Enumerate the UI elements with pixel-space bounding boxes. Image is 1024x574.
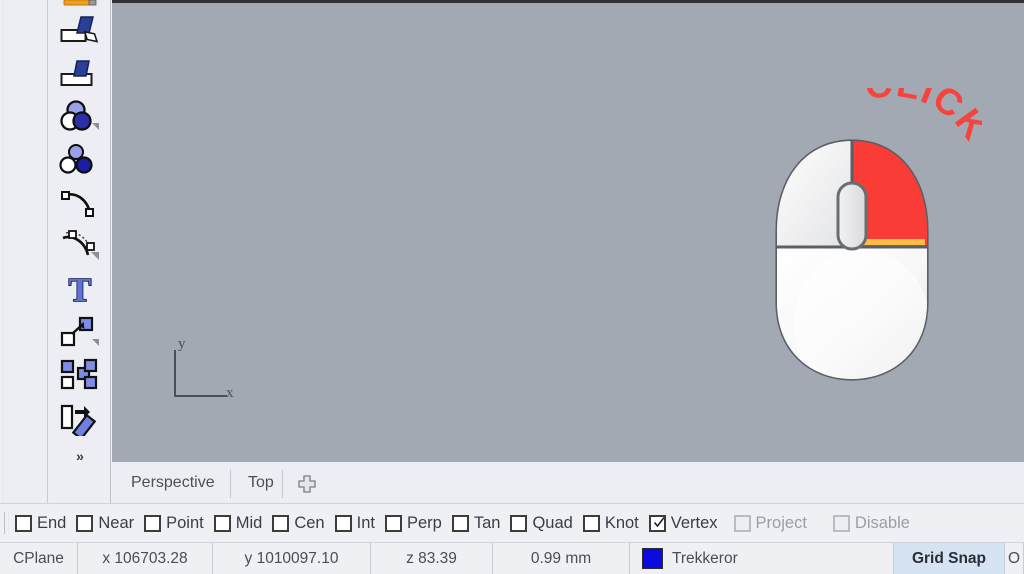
add-viewport-tab-button[interactable] — [296, 473, 318, 495]
osnap-mid[interactable]: Mid — [213, 513, 263, 533]
viewport-tab-strip: Perspective Top — [112, 462, 1024, 503]
osnap-cen-checkbox[interactable] — [272, 514, 290, 532]
extract-surface-icon[interactable] — [51, 52, 109, 95]
svg-text:T: T — [68, 272, 91, 307]
osnap-knot-label: Knot — [604, 513, 639, 532]
osnap-perp-label: Perp — [406, 513, 442, 532]
osnap-vertex-checkbox[interactable] — [648, 514, 666, 532]
osnap-perp[interactable]: Perp — [384, 513, 442, 533]
status-cplane[interactable]: CPlane — [0, 543, 78, 574]
osnap-disable-label: Disable — [854, 513, 910, 532]
osnap-cen-label: Cen — [294, 513, 325, 532]
osnap-drag-grip[interactable] — [4, 512, 9, 534]
status-ortho-cutoff[interactable]: O — [1005, 543, 1024, 574]
status-x-coordinate[interactable]: x 106703.28 — [78, 543, 213, 574]
osnap-int[interactable]: Int — [334, 513, 375, 533]
osnap-disable-checkbox — [832, 514, 850, 532]
osnap-cen[interactable]: Cen — [272, 513, 325, 533]
osnap-end[interactable]: End — [15, 514, 66, 533]
osnap-tan-label: Tan — [473, 513, 501, 532]
osnap-knot[interactable]: Knot — [582, 513, 639, 533]
perspective-viewport[interactable]: y x CLICK — [112, 0, 1024, 462]
osnap-end-label: End — [37, 513, 67, 532]
osnap-mid-label: Mid — [235, 513, 263, 532]
toolbar-more-button[interactable]: » — [51, 439, 109, 473]
axis-label-x: x — [226, 385, 234, 401]
osnap-tan[interactable]: Tan — [451, 513, 501, 533]
boolean-union-icon[interactable] — [51, 95, 109, 138]
osnap-knot-checkbox[interactable] — [582, 514, 600, 532]
osnap-near-checkbox[interactable] — [76, 514, 94, 532]
cap-planar-holes-icon[interactable] — [51, 9, 109, 52]
curve-rebuild-icon[interactable] — [51, 224, 109, 267]
layer-name-label: Trekkeror — [672, 549, 738, 567]
osnap-project: Project — [733, 513, 807, 533]
tab-separator — [230, 470, 231, 498]
osnap-int-checkbox[interactable] — [334, 514, 352, 532]
checkmark-icon — [653, 516, 665, 527]
osnap-quad-label: Quad — [532, 513, 573, 532]
status-bar: CPlane x 106703.28 y 1010097.10 z 83.39 … — [0, 543, 1024, 574]
tab-top[interactable]: Top — [235, 468, 287, 498]
osnap-project-label: Project — [755, 513, 807, 532]
status-z-coordinate[interactable]: z 83.39 — [371, 543, 493, 574]
status-grid-snap[interactable]: Grid Snap — [894, 543, 1005, 574]
osnap-toolbar: End Near Point Mid Cen Int Perp Tan Quad… — [0, 503, 1024, 543]
tab-top-label: Top — [248, 474, 274, 491]
curve-control-points-icon[interactable] — [51, 181, 109, 224]
osnap-point-label: Point — [166, 513, 204, 532]
osnap-point-checkbox[interactable] — [144, 514, 162, 532]
boolean-split-icon[interactable] — [51, 138, 109, 181]
osnap-near[interactable]: Near — [76, 514, 134, 533]
tab-perspective[interactable]: Perspective — [118, 468, 228, 498]
orange-partial-icon[interactable] — [51, 0, 109, 9]
status-layer[interactable]: Trekkeror — [630, 543, 894, 574]
osnap-mid-checkbox[interactable] — [213, 514, 231, 532]
status-units[interactable]: 0.99 mm — [493, 543, 630, 574]
tab-separator-2 — [282, 470, 283, 498]
osnap-quad[interactable]: Quad — [510, 513, 573, 533]
mouse-right-click-illustration — [767, 135, 937, 385]
tab-perspective-label: Perspective — [131, 474, 215, 491]
osnap-int-label: Int — [356, 513, 375, 532]
viewport-axis-indicator: y x — [167, 336, 237, 410]
osnap-project-checkbox — [733, 514, 751, 532]
osnap-end-checkbox[interactable] — [15, 514, 32, 532]
main-vertical-toolbar: T » — [49, 0, 111, 503]
move-object-icon[interactable] — [51, 310, 109, 353]
status-y-coordinate[interactable]: y 1010097.10 — [213, 543, 371, 574]
left-panel-strip — [0, 0, 48, 503]
osnap-near-label: Near — [98, 513, 135, 532]
rotate-object-icon[interactable] — [51, 396, 109, 439]
panel-drag-rail[interactable] — [3, 0, 5, 503]
axis-label-y: y — [178, 336, 186, 352]
osnap-vertex[interactable]: Vertex — [648, 513, 718, 533]
rhino-application-window: T » y x CLICK Perspective Top End Near P… — [0, 0, 1024, 574]
layer-color-swatch[interactable] — [642, 548, 663, 569]
osnap-vertex-label: Vertex — [670, 513, 718, 532]
viewport-top-edge — [112, 0, 1024, 3]
osnap-disable: Disable — [832, 513, 910, 533]
osnap-tan-checkbox[interactable] — [451, 514, 469, 532]
osnap-perp-checkbox[interactable] — [384, 514, 402, 532]
osnap-quad-checkbox[interactable] — [510, 514, 528, 532]
osnap-point[interactable]: Point — [144, 514, 204, 533]
text-tool-icon[interactable]: T — [51, 267, 109, 310]
array-object-icon[interactable] — [51, 353, 109, 396]
